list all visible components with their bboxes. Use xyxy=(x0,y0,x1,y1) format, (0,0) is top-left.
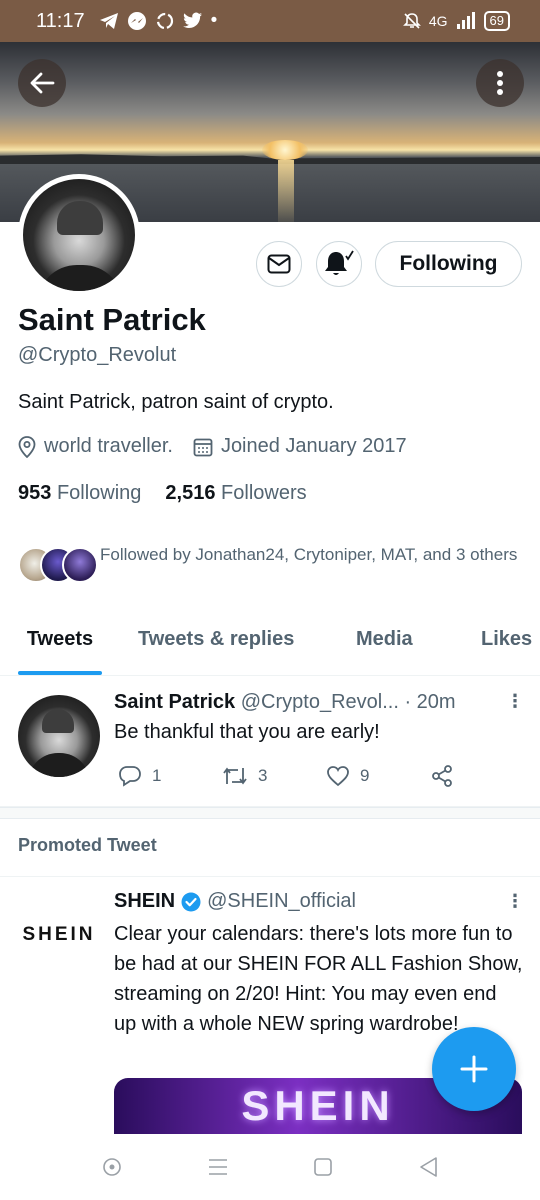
assistant-icon[interactable] xyxy=(102,1157,122,1177)
reply-icon xyxy=(119,766,141,787)
bell-check-icon xyxy=(325,250,354,275)
more-options-button[interactable] xyxy=(476,59,524,107)
retweet-count: 3 xyxy=(258,766,268,785)
share-button[interactable] xyxy=(430,764,534,788)
sync-icon xyxy=(156,12,173,30)
profile-avatar[interactable] xyxy=(18,174,140,296)
following-count: 953 xyxy=(18,482,52,504)
tweet-text: Be thankful that you are early! xyxy=(114,721,380,743)
shein-avatar[interactable]: SHEIN xyxy=(18,894,100,976)
followed-by-avatars xyxy=(18,541,98,583)
section-divider xyxy=(0,807,540,819)
status-time: 11:17 xyxy=(36,9,85,32)
heart-icon xyxy=(327,766,349,787)
promoted-text: Clear your calendars: there's lots more … xyxy=(114,923,523,1035)
tweet-actions: 1 3 9 xyxy=(118,764,534,788)
mail-icon xyxy=(267,254,291,274)
calendar-icon xyxy=(193,438,213,456)
promoted-header: SHEIN @SHEIN_official xyxy=(114,890,356,913)
network-type: 4G xyxy=(428,13,448,29)
promoted-more-icon[interactable]: ⋮ xyxy=(506,892,524,910)
dot-icon: • xyxy=(210,10,218,31)
tweet-header: Saint Patrick @Crypto_Revol... · 20m xyxy=(114,691,456,714)
like-count: 9 xyxy=(360,766,370,785)
telegram-icon xyxy=(99,13,118,29)
joined-item: Joined January 2017 xyxy=(193,435,407,458)
tweet-avatar[interactable] xyxy=(18,695,100,777)
retweet-button[interactable]: 3 xyxy=(222,764,326,788)
follow-counts: 953 Following 2,516 Followers xyxy=(18,482,307,505)
tweet-author-handle: @Crypto_Revol... xyxy=(240,691,399,713)
profile-location: world traveller. xyxy=(44,435,173,457)
tab-media[interactable]: Media xyxy=(356,612,413,651)
banner-reflection xyxy=(278,160,294,222)
reply-count: 1 xyxy=(152,766,162,785)
avatar-shirt xyxy=(37,265,123,291)
profile-meta: world traveller. Joined January 2017 xyxy=(18,435,427,458)
back-arrow-icon xyxy=(30,72,55,94)
tab-tweets[interactable]: Tweets xyxy=(18,612,102,675)
tab-tweets-replies[interactable]: Tweets & replies xyxy=(138,612,294,651)
following-label: Following xyxy=(56,482,142,504)
following-count-link[interactable]: 953 Following xyxy=(18,482,141,505)
location-pin-icon xyxy=(18,435,36,458)
reply-button[interactable]: 1 xyxy=(118,764,222,788)
share-icon xyxy=(432,765,452,787)
promoted-media-text: SHEIN xyxy=(241,1082,395,1129)
promoted-tweet-label: Promoted Tweet xyxy=(18,835,157,855)
tweet-more-icon[interactable]: ⋮ xyxy=(506,692,524,710)
avatar-beanie xyxy=(42,709,74,733)
profile-bio: Saint Patrick, patron saint of crypto. xyxy=(18,391,334,413)
profile-joined: Joined January 2017 xyxy=(220,435,407,457)
verified-badge-icon xyxy=(181,892,201,911)
more-vertical-icon xyxy=(497,71,503,95)
system-navigation-bar xyxy=(0,1134,540,1200)
tweet-time: · 20m xyxy=(404,691,456,713)
followers-count: 2,516 xyxy=(165,482,216,504)
avatar-shirt xyxy=(28,753,90,777)
followers-label: Followers xyxy=(221,482,307,504)
messenger-icon xyxy=(127,12,146,30)
like-button[interactable]: 9 xyxy=(326,764,430,788)
avatar-beanie xyxy=(57,201,103,235)
divider xyxy=(0,876,540,877)
mute-icon xyxy=(402,13,421,29)
promoted-author-handle: @SHEIN_official xyxy=(207,890,357,912)
back-icon[interactable] xyxy=(418,1156,438,1178)
notifications-button[interactable] xyxy=(316,241,362,287)
banner-sun xyxy=(262,140,308,160)
followed-by[interactable]: Followed by Jonathan24, Crytoniper, MAT,… xyxy=(18,541,522,583)
status-bar: 11:17 • 4G 69 xyxy=(0,0,540,42)
twitter-icon xyxy=(182,12,202,29)
battery-icon: 69 xyxy=(483,11,510,31)
home-icon[interactable] xyxy=(313,1157,333,1177)
plus-icon xyxy=(460,1055,488,1083)
promoted-author-name: SHEIN xyxy=(114,890,176,912)
message-button[interactable] xyxy=(256,241,302,287)
tab-likes[interactable]: Likes xyxy=(481,612,532,651)
profile-handle: @Crypto_Revolut xyxy=(18,344,177,366)
tweet-author-name: Saint Patrick xyxy=(114,691,236,713)
follower-avatar xyxy=(62,547,98,583)
signal-icon xyxy=(456,12,475,29)
compose-tweet-button[interactable] xyxy=(432,1027,516,1111)
back-button[interactable] xyxy=(18,59,66,107)
profile-tabs: Tweets Tweets & replies Media Likes xyxy=(0,612,540,676)
following-button[interactable]: Following xyxy=(375,241,522,287)
tweet[interactable]: Saint Patrick @Crypto_Revol... · 20m ⋮ B… xyxy=(0,677,540,807)
followed-by-text: Followed by Jonathan24, Crytoniper, MAT,… xyxy=(100,545,518,564)
followers-count-link[interactable]: 2,516 Followers xyxy=(165,482,306,505)
location-item: world traveller. xyxy=(18,435,173,458)
profile-name: Saint Patrick xyxy=(18,302,206,337)
status-right: 4G 69 xyxy=(402,11,510,31)
menu-icon[interactable] xyxy=(207,1158,229,1176)
retweet-icon xyxy=(223,767,247,785)
notification-icons: • xyxy=(99,10,218,32)
